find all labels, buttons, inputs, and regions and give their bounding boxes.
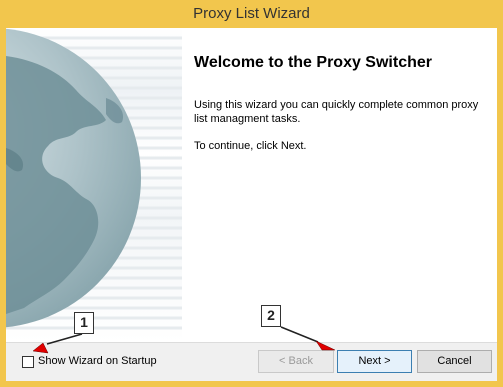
- annotation-marker-1: 1: [74, 312, 94, 334]
- marker1-arrowhead: [32, 342, 49, 354]
- marker2-line: [280, 326, 319, 343]
- marker1-line: [46, 333, 83, 345]
- annotation-marker-2: 2: [261, 305, 281, 327]
- wizard-window: Proxy List Wizard Welcome to the Proxy S…: [0, 0, 503, 387]
- marker2-arrowhead: [315, 340, 336, 351]
